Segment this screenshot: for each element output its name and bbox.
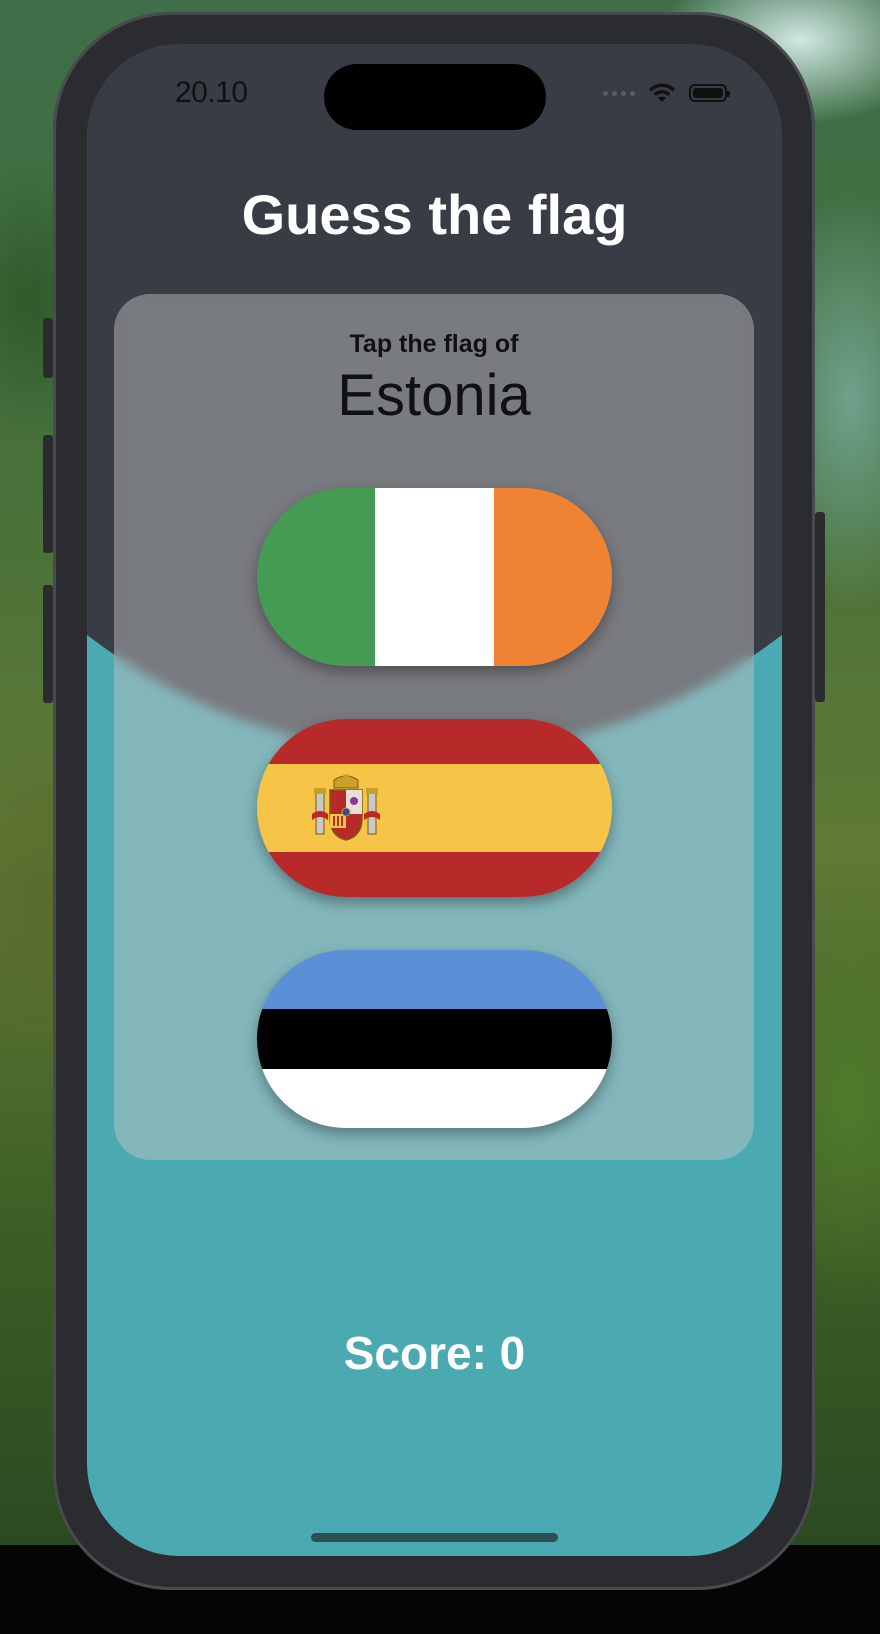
cellular-dots-icon [603,90,635,96]
question-card: Tap the flag of Estonia [114,294,754,1160]
volume-up-button [43,435,53,553]
app-screen: 20.10 Guess the flag Tap the flag of Est… [87,44,782,1556]
action-button [43,318,53,378]
home-indicator[interactable] [311,1533,558,1542]
status-time: 20.10 [175,76,248,109]
score-label: Score: 0 [343,1327,526,1379]
wifi-icon [649,83,675,102]
flag-button-ireland[interactable] [257,488,612,666]
flag-stripe [257,488,376,666]
flag-button-estonia[interactable] [257,950,612,1128]
flag-stripe [257,852,612,897]
dynamic-island [324,64,546,130]
power-button [815,512,825,702]
battery-icon [689,84,730,102]
prompt-subtitle: Tap the flag of [349,330,519,358]
flag-stripe [257,1069,612,1128]
prompt-country: Estonia [337,363,531,428]
flag-stripe [257,764,612,852]
coat-of-arms-icon [312,774,380,841]
flag-stripe [257,950,612,1009]
page-title: Guess the flag [241,183,628,246]
flag-stripe [257,1009,612,1069]
flag-stripe [257,719,612,764]
status-icons [603,82,730,104]
flag-stripe [493,488,612,666]
volume-down-button [43,585,53,703]
flag-button-spain[interactable] [257,719,612,897]
flag-stripe [375,488,494,666]
